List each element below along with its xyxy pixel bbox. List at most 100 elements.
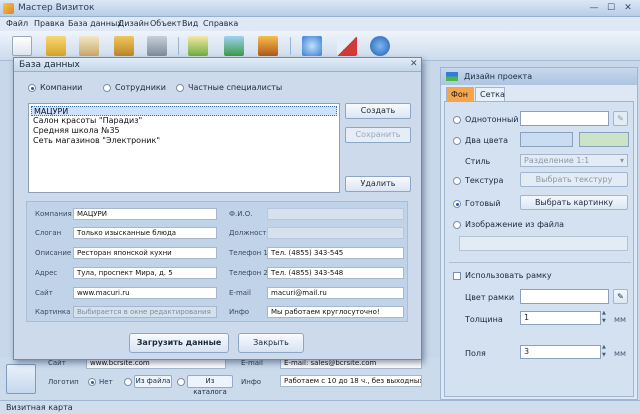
logo-from-catalog-button[interactable]: Из каталога — [187, 375, 233, 396]
logo-file-radio[interactable] — [124, 378, 132, 386]
close-window-button[interactable]: ✕ — [620, 2, 636, 15]
load-data-button[interactable]: Загрузить данные — [129, 333, 229, 353]
ready-label: Готовый — [465, 199, 501, 208]
address-field[interactable]: Тула, проспект Мира, д. 5 — [73, 267, 217, 279]
thickness-unit: мм — [614, 315, 627, 324]
list-item[interactable]: Салон красоты "Парадиз" — [31, 116, 337, 126]
fio-field[interactable] — [267, 208, 404, 220]
maximize-button[interactable]: ☐ — [603, 2, 619, 15]
margins-label: Поля — [465, 349, 486, 358]
ready-radio[interactable] — [453, 200, 461, 208]
thickness-down-icon[interactable]: ▼ — [602, 319, 606, 324]
menu-bar: Файл Правка База данных Дизайн Объект Ви… — [0, 17, 640, 31]
delete-button[interactable]: Удалить — [345, 176, 411, 192]
choose-texture-button[interactable]: Выбрать текстуру — [520, 172, 628, 187]
menu-design[interactable]: Дизайн — [118, 19, 149, 28]
logo-none-radio[interactable] — [88, 378, 96, 386]
menu-edit[interactable]: Правка — [34, 19, 64, 28]
close-icon[interactable]: ✕ — [410, 59, 418, 69]
frame-picker-button[interactable]: ✎ — [613, 289, 628, 304]
minimize-button[interactable]: — — [586, 2, 602, 15]
image-icon[interactable] — [258, 36, 278, 56]
paste-icon[interactable] — [79, 36, 99, 56]
description-field[interactable]: Ресторан японской кухни — [73, 247, 217, 259]
business-card-icon[interactable] — [6, 364, 36, 394]
list-item[interactable]: МАЦУРИ — [31, 106, 337, 116]
solid-radio[interactable] — [453, 116, 461, 124]
color1-swatch[interactable] — [520, 132, 573, 147]
use-frame-checkbox[interactable] — [453, 272, 461, 280]
tab-grid[interactable]: Сетка — [475, 87, 505, 101]
two-colors-label: Два цвета — [465, 136, 509, 145]
menu-file[interactable]: Файл — [6, 19, 28, 28]
dialog-title-bar: База данных ✕ — [14, 58, 421, 72]
specialists-radio[interactable] — [176, 84, 184, 92]
dialog-title: База данных — [19, 60, 80, 70]
phone1-field[interactable]: Тел. (4855) 343-545 — [267, 247, 404, 259]
app-icon — [3, 3, 14, 14]
list-item[interactable]: Сеть магазинов "Электроник" — [31, 136, 337, 146]
margins-down-icon[interactable]: ▼ — [602, 353, 606, 358]
email-label: E-mail — [229, 289, 251, 297]
logo-from-file-button[interactable]: Из файла — [134, 375, 172, 388]
shapes-icon[interactable] — [224, 36, 244, 56]
info-field[interactable]: Мы работаем круглосуточно! — [267, 306, 404, 318]
design-panel-header: Дизайн проекта — [441, 68, 637, 85]
divider — [449, 262, 631, 263]
style-dropdown[interactable]: Разделение 1:1 ▾ — [520, 154, 628, 167]
create-button[interactable]: Создать — [345, 103, 411, 119]
position-field[interactable] — [267, 227, 404, 239]
menu-object[interactable]: Объект — [150, 19, 181, 28]
company-field[interactable]: МАЦУРИ — [73, 208, 217, 220]
toolbar-separator — [290, 37, 291, 55]
phone2-field[interactable]: Тел. (4855) 343-548 — [267, 267, 404, 279]
companies-radio[interactable] — [28, 84, 36, 92]
position-label: Должность — [229, 229, 271, 237]
margins-input[interactable]: 3 — [520, 345, 601, 359]
phone1-label: Телефон 1 — [229, 249, 268, 257]
help-icon[interactable] — [370, 36, 390, 56]
bottom-info-label: Инфо — [241, 378, 262, 386]
spellcheck-icon[interactable] — [188, 36, 208, 56]
phone2-label: Телефон 2 — [229, 269, 268, 277]
choose-picture-button[interactable]: Выбрать картинку — [520, 195, 628, 210]
bottom-info-field[interactable]: Работаем с 10 до 18 ч., без выходных — [280, 375, 422, 387]
email-field[interactable]: macuri@mail.ru — [267, 287, 404, 299]
design-tabs: Фон Сетка — [444, 87, 634, 101]
thickness-input[interactable]: 1 — [520, 311, 601, 325]
style-value: Разделение 1:1 — [524, 156, 590, 165]
margins-up-icon[interactable]: ▲ — [602, 345, 606, 350]
image-file-radio[interactable] — [453, 221, 461, 229]
records-list[interactable]: МАЦУРИ Салон красоты "Парадиз" Средняя ш… — [28, 103, 340, 193]
print-icon[interactable] — [147, 36, 167, 56]
site-field[interactable]: www.macuri.ru — [73, 287, 217, 299]
toolbar-separator — [178, 37, 179, 55]
menu-view[interactable]: Вид — [182, 19, 198, 28]
zoom-icon[interactable] — [302, 36, 322, 56]
image-file-path[interactable] — [459, 236, 628, 251]
list-item[interactable]: Средняя школа №35 — [31, 126, 337, 136]
logo-catalog-radio[interactable] — [177, 378, 185, 386]
thickness-up-icon[interactable]: ▲ — [602, 311, 606, 316]
logo-none-label: Нет — [99, 378, 113, 386]
close-button[interactable]: Закрыть — [238, 333, 304, 353]
solid-color-swatch[interactable] — [520, 111, 609, 126]
save-button[interactable]: Сохранить — [345, 127, 411, 143]
flag-icon[interactable] — [337, 36, 357, 56]
color2-swatch[interactable] — [579, 132, 629, 147]
two-colors-radio[interactable] — [453, 137, 461, 145]
slogan-field[interactable]: Только изысканные блюда — [73, 227, 217, 239]
texture-radio[interactable] — [453, 177, 461, 185]
employees-label: Сотрудники — [115, 83, 166, 92]
menu-database[interactable]: База данных — [68, 19, 122, 28]
status-bar: Визитная карта — [0, 400, 640, 414]
employees-radio[interactable] — [103, 84, 111, 92]
menu-help[interactable]: Справка — [203, 19, 238, 28]
bottom-email-label: E-mail — [241, 359, 263, 367]
open-folder-icon[interactable] — [46, 36, 66, 56]
frame-color-swatch[interactable] — [520, 289, 609, 304]
solid-picker-button[interactable]: ✎ — [613, 111, 628, 126]
save-icon[interactable] — [114, 36, 134, 56]
tab-background[interactable]: Фон — [446, 87, 474, 101]
new-document-icon[interactable] — [12, 36, 32, 56]
